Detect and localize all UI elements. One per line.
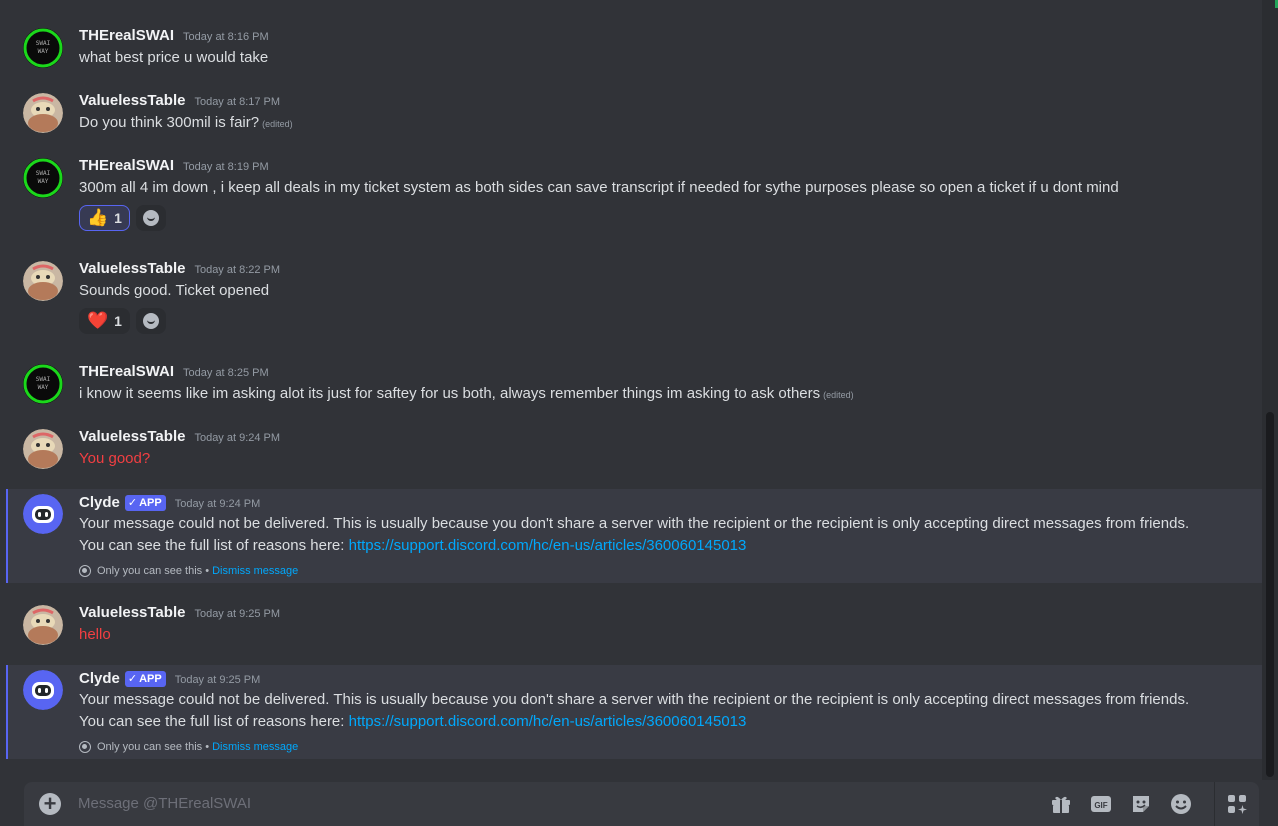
app-badge: ✓ APP <box>124 494 166 511</box>
avatar-theralswai[interactable]: SWAI WAY <box>23 28 63 68</box>
message-text: You can see the full list of reasons her… <box>79 713 349 730</box>
message: ValuelessTable Today at 9:25 PM hello <box>0 599 1262 649</box>
ephemeral-notice: Only you can see this • Dismiss message <box>79 565 298 577</box>
composer-divider <box>1214 782 1215 826</box>
app-badge-label: APP <box>139 672 162 685</box>
author-name[interactable]: Clyde <box>79 494 120 511</box>
message-text-row: Do you think 300mil is fair? (edited) <box>79 112 293 135</box>
thumbs-up-icon: 👍 <box>87 208 109 227</box>
message: ValuelessTable Today at 9:24 PM You good? <box>0 423 1262 473</box>
timestamp: Today at 8:25 PM <box>183 367 269 379</box>
message-text-row: You can see the full list of reasons her… <box>79 711 746 733</box>
gif-button[interactable]: GIF <box>1090 793 1112 815</box>
author-name[interactable]: ValuelessTable <box>79 92 185 109</box>
message: SWAI WAY THErealSWAI Today at 8:19 PM 300m… <box>0 152 1262 236</box>
message: ValuelessTable Today at 8:17 PM Do you th… <box>0 87 1262 137</box>
avatar-valuelesstable[interactable] <box>23 261 63 301</box>
timestamp: Today at 9:24 PM <box>174 498 261 510</box>
only-you-text: Only you can see this • <box>97 741 210 753</box>
avatar-valuelesstable[interactable] <box>23 605 63 645</box>
message-text-row: You can see the full list of reasons her… <box>79 535 746 557</box>
add-reaction-button[interactable] <box>135 308 166 334</box>
gif-label: GIF <box>1094 801 1107 810</box>
heart-icon: ❤️ <box>87 311 109 330</box>
eye-icon <box>79 741 91 753</box>
avatar-valuelesstable[interactable] <box>23 429 63 469</box>
reactions: 👍 1 <box>79 205 166 231</box>
timestamp: Today at 8:22 PM <box>194 264 281 276</box>
author-name[interactable]: THErealSWAI <box>79 157 174 174</box>
ephemeral-notice: Only you can see this • Dismiss message <box>79 741 298 753</box>
message-composer: + Message @THErealSWAI GIF <box>24 782 1259 826</box>
author-name[interactable]: ValuelessTable <box>79 260 185 277</box>
message: SWAI WAY THErealSWAI Today at 8:25 PM i kn… <box>0 358 1262 408</box>
dismiss-message-link[interactable]: Dismiss message <box>212 741 298 753</box>
author-name[interactable]: THErealSWAI <box>79 27 174 44</box>
message-text: what best price u would take <box>79 49 269 66</box>
message: ValuelessTable Today at 8:22 PM Sounds go… <box>0 255 1262 339</box>
avatar-theralswai[interactable]: SWAI WAY <box>23 158 63 198</box>
reaction-count: 1 <box>114 313 122 329</box>
avatar-clyde[interactable] <box>23 670 63 710</box>
system-message: Clyde ✓ APP Today at 9:24 PM Your message c… <box>6 489 1262 583</box>
svg-text:SWAI: SWAI <box>36 376 51 383</box>
reaction-heart[interactable]: ❤️ 1 <box>79 308 130 334</box>
timestamp: Today at 9:25 PM <box>174 674 261 686</box>
author-name[interactable]: THErealSWAI <box>79 363 174 380</box>
message-text: i know it seems like im asking alot its … <box>79 385 821 402</box>
apps-icon[interactable] <box>1226 793 1248 815</box>
avatar-clyde[interactable] <box>23 494 63 534</box>
author-name[interactable]: ValuelessTable <box>79 604 185 621</box>
timestamp: Today at 9:24 PM <box>194 432 281 444</box>
timestamp: Today at 9:25 PM <box>194 608 281 620</box>
eye-icon <box>79 565 91 577</box>
avatar-valuelesstable[interactable] <box>23 93 63 133</box>
timestamp: Today at 8:19 PM <box>183 161 269 173</box>
author-name[interactable]: ValuelessTable <box>79 428 185 445</box>
edited-label: (edited) <box>262 119 293 129</box>
avatar-theralswai[interactable]: SWAI WAY <box>23 364 63 404</box>
upload-plus-button[interactable]: + <box>39 793 61 815</box>
scrollbar-thumb[interactable] <box>1266 412 1274 777</box>
sticker-icon[interactable] <box>1130 793 1152 815</box>
svg-text:WAY: WAY <box>38 48 49 55</box>
svg-text:SWAI: SWAI <box>36 170 51 177</box>
message-text: Do you think 300mil is fair? <box>79 114 260 131</box>
message-text: 300m all 4 im down , i keep all deals in… <box>79 179 1119 196</box>
svg-text:SWAI: SWAI <box>36 40 51 47</box>
app-badge: ✓ APP <box>124 670 166 687</box>
system-message: Clyde ✓ APP Today at 9:25 PM Your message c… <box>6 665 1262 759</box>
reactions: ❤️ 1 <box>79 308 166 334</box>
timestamp: Today at 8:17 PM <box>194 96 281 108</box>
failed-message-text: You good? <box>79 450 151 467</box>
failed-message-text: hello <box>79 626 111 643</box>
smile-icon <box>142 210 159 226</box>
author-name[interactable]: Clyde <box>79 670 120 687</box>
message-text: Your message could not be delivered. Thi… <box>79 515 1190 532</box>
message-text-row: i know it seems like im asking alot its … <box>79 383 854 406</box>
chat-messages[interactable]: SWAI WAY THErealSWAI Today at 8:16 PM what… <box>0 0 1262 780</box>
svg-text:WAY: WAY <box>38 384 49 391</box>
support-link[interactable]: https://support.discord.com/hc/en-us/art… <box>349 537 747 554</box>
edited-label: (edited) <box>823 390 854 400</box>
message: SWAI WAY THErealSWAI Today at 8:16 PM what… <box>0 22 1262 72</box>
timestamp: Today at 8:16 PM <box>183 31 269 43</box>
app-badge-label: APP <box>139 496 162 509</box>
message-text: Your message could not be delivered. Thi… <box>79 691 1190 708</box>
reaction-count: 1 <box>114 210 122 226</box>
svg-text:WAY: WAY <box>38 178 49 185</box>
dismiss-message-link[interactable]: Dismiss message <box>212 565 298 577</box>
checkmark-icon: ✓ <box>127 497 138 509</box>
support-link[interactable]: https://support.discord.com/hc/en-us/art… <box>349 713 747 730</box>
smile-icon <box>142 313 159 329</box>
checkmark-icon: ✓ <box>127 673 138 685</box>
message-text: You can see the full list of reasons her… <box>79 537 349 554</box>
reaction-thumbs-up[interactable]: 👍 1 <box>79 205 130 231</box>
message-text: Sounds good. Ticket opened <box>79 282 270 299</box>
add-reaction-button[interactable] <box>135 205 166 231</box>
only-you-text: Only you can see this • <box>97 565 210 577</box>
message-input[interactable]: Message @THErealSWAI <box>78 795 251 812</box>
gift-icon[interactable] <box>1050 793 1072 815</box>
emoji-icon[interactable] <box>1170 793 1192 815</box>
